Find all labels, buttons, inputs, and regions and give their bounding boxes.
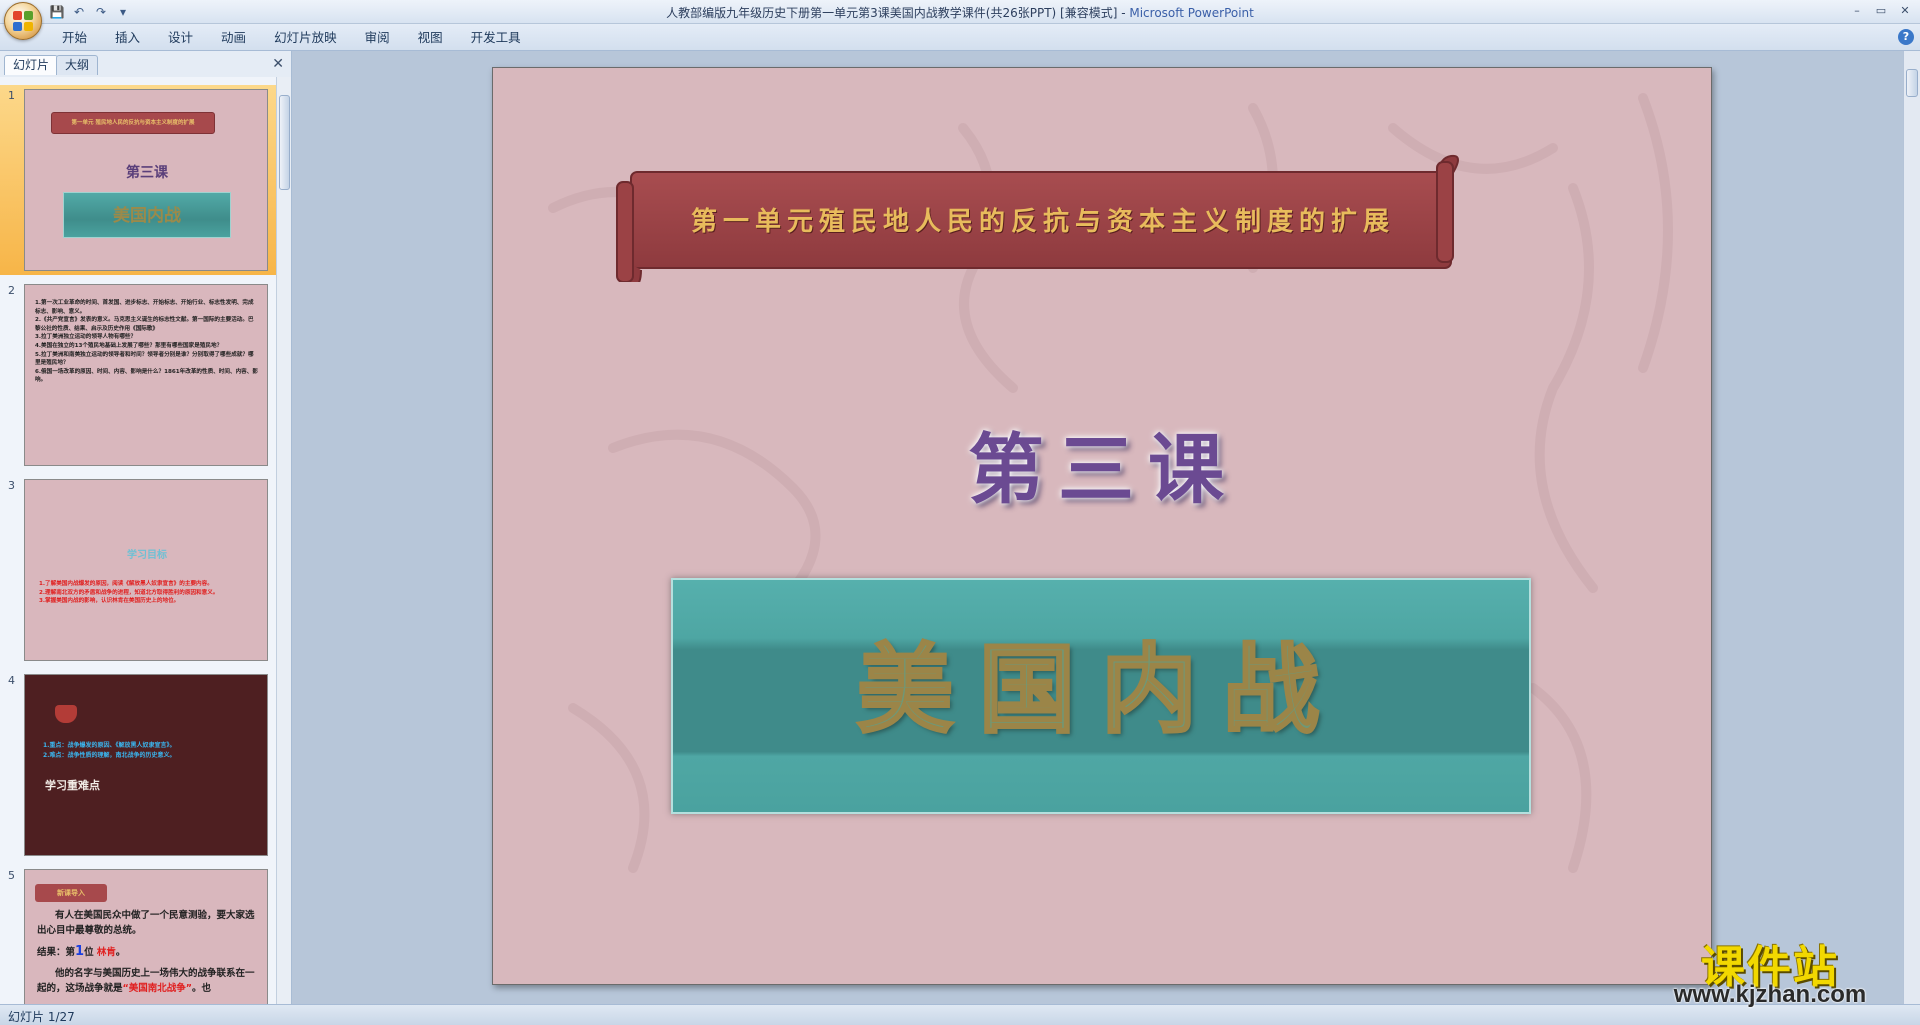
thumbnail-line: 6.俄国一场改革的原因、时间、内容、影响是什么？1861年改革的性质、时间、内容…	[35, 368, 258, 384]
window-title: 人教部编版九年级历史下册第一单元第3课美国内战教学课件(共26张PPT) [兼容…	[0, 4, 1920, 21]
thumbnail-line: 2.理解南北双方的矛盾和战争的进程，知道北方取得胜利的原因和意义。	[39, 589, 219, 596]
help-icon[interactable]: ?	[1898, 29, 1914, 45]
slide-thumbnail[interactable]: 第一单元 殖民地人民的反抗与资本主义制度的扩展 第三课 美国内战	[24, 89, 268, 271]
thumbnail-row-4[interactable]: 4 1.重点：战争爆发的原因、《解放黑人奴隶宣言》。 2.难点：战争性质的理解，…	[0, 670, 276, 860]
restore-button[interactable]: ▭	[1870, 2, 1892, 20]
thumbnail-line: 2.《共产党宣言》发表的意义。马克思主义诞生的标志性文献。第一国际的主要活动。巴…	[35, 317, 254, 332]
tab-insert[interactable]: 插入	[101, 29, 154, 47]
tab-design[interactable]: 设计	[154, 29, 207, 47]
thumbnail-banner: 新课导入	[35, 884, 107, 902]
thumbnail-number: 4	[8, 674, 15, 687]
tab-developer[interactable]: 开发工具	[457, 29, 535, 47]
thumbnail-title: 美国内战	[63, 192, 231, 238]
thumbnail-heading: 学习目标	[127, 550, 167, 561]
result-end: 。	[115, 947, 126, 958]
slide-title-text: 美国内战	[856, 632, 1345, 748]
editing-workspace: 第一单元殖民地人民的反抗与资本主义制度的扩展 第三课 美国内战	[292, 51, 1920, 1004]
para2-end: 。也	[192, 983, 212, 994]
thumbnail-text: 1.第一次工业革命的时间、首发国、进步标志、开始标志、开始行业、标志性发明、完成…	[35, 299, 259, 385]
thumbnail-line: 1.重点：战争爆发的原因、《解放黑人奴隶宣言》。	[43, 742, 176, 749]
thumbnail-line: 1.了解美国内战爆发的原因，阅读《解放黑人奴隶宣言》的主要内容。	[39, 581, 213, 587]
close-button[interactable]: ✕	[1894, 2, 1916, 20]
result-mid: 位	[84, 947, 94, 958]
thumbnail-number: 2	[8, 284, 15, 297]
office-logo-icon	[13, 11, 33, 31]
thumbnail-row-2[interactable]: 2 1.第一次工业革命的时间、首发国、进步标志、开始标志、开始行业、标志性发明、…	[0, 280, 276, 470]
status-bar: 幻灯片 1/27	[0, 1004, 1920, 1025]
result-rank: 1	[75, 944, 85, 959]
site-watermark: 课件站 www.kjzhan.com	[1640, 931, 1900, 1011]
thumbnail-row-5[interactable]: 5 新课导入 有人在美国民众中做了一个民意测验，要大家选出心目中最尊敬的总统。 …	[0, 865, 276, 1004]
pane-scrollbar[interactable]	[276, 77, 291, 1004]
app-name: Microsoft PowerPoint	[1129, 6, 1254, 20]
thumbnail-lesson: 第三课	[126, 165, 168, 181]
thumbnail-banner: 第一单元 殖民地人民的反抗与资本主义制度的扩展	[51, 112, 215, 134]
ribbon-tabs: 开始 插入 设计 动画 幻灯片放映 审阅 视图 开发工具	[48, 29, 535, 47]
slide-lesson-text: 第三课	[968, 425, 1238, 514]
pane-scroll-thumb[interactable]	[279, 95, 290, 190]
vertical-scrollbar[interactable]	[1903, 51, 1920, 1004]
thumbnail-row-1[interactable]: 1 第一单元 殖民地人民的反抗与资本主义制度的扩展 第三课 美国内战	[0, 85, 276, 275]
powerpoint-window: 💾 ↶ ↷ ▾ 人教部编版九年级历史下册第一单元第3课美国内战教学课件(共26张…	[0, 0, 1920, 1025]
thumbnail-line: 3.拉丁美洲独立运动的领导人物有哪些？	[35, 334, 137, 341]
thumbnail-number: 3	[8, 479, 15, 492]
slide-thumbnail[interactable]: 1.重点：战争爆发的原因、《解放黑人奴隶宣言》。 2.难点：战争性质的理解，南北…	[24, 674, 268, 856]
thumbnail-number: 1	[8, 89, 15, 102]
thumbnail-text: 1.了解美国内战爆发的原因，阅读《解放黑人奴隶宣言》的主要内容。 2.理解南北双…	[39, 580, 257, 606]
thumbnail-result: 结果：第1位 林肯。	[37, 944, 259, 960]
thumbnail-text: 1.重点：战争爆发的原因、《解放黑人奴隶宣言》。 2.难点：战争性质的理解，南北…	[43, 741, 263, 761]
thumbnail-line: 2.难点：战争性质的理解，南北战争的历史意义。	[43, 752, 176, 759]
slide-banner-text: 第一单元殖民地人民的反抗与资本主义制度的扩展	[690, 207, 1395, 237]
thumbnail-line: 5.拉丁美洲和南美独立运动的领导者和时间？领导者分别是谁？分别取得了哪些成就？哪…	[35, 351, 254, 367]
pane-tabs: 幻灯片 大纲 ✕	[2, 53, 290, 75]
ribbon: 开始 插入 设计 动画 幻灯片放映 审阅 视图 开发工具 ?	[0, 24, 1920, 51]
thumbnail-line: 4.美国在独立的13个殖民地基础上发展了哪些？那里有哪些国家是殖民地？	[35, 342, 223, 349]
pane-close-icon[interactable]: ✕	[272, 56, 284, 72]
tab-view[interactable]: 视图	[404, 29, 457, 47]
result-name: 林肯	[96, 947, 116, 958]
watermark-url: www.kjzhan.com	[1673, 981, 1867, 1008]
tab-home[interactable]: 开始	[48, 29, 101, 47]
thumbnail-line: 他的名字与美国历史上一场伟大的战争联系在一起的，这场战争就是“美国南北战争”。也	[37, 966, 259, 996]
slide-thumbnail[interactable]: 1.第一次工业革命的时间、首发国、进步标志、开始标志、开始行业、标志性发明、完成…	[24, 284, 268, 466]
tab-animations[interactable]: 动画	[207, 29, 260, 47]
thumbnail-text: 有人在美国民众中做了一个民意测验，要大家选出心目中最尊敬的总统。 结果：第1位 …	[37, 908, 259, 996]
tab-outline[interactable]: 大纲	[56, 55, 99, 75]
vertical-scroll-thumb[interactable]	[1906, 69, 1918, 97]
thumbnail-line: 3.掌握美国内战的影响，认识林肯在美国历史上的地位。	[39, 598, 180, 604]
tab-review[interactable]: 审阅	[351, 29, 404, 47]
thumbnail-line: 有人在美国民众中做了一个民意测验，要大家选出心目中最尊敬的总统。	[37, 910, 255, 936]
slides-pane: 幻灯片 大纲 ✕ 1 第一单元 殖民地人民的反抗与资本主义制度的扩展 第三课 美…	[0, 51, 292, 1004]
thumbnail-emblem-icon	[55, 705, 77, 723]
slide-counter: 幻灯片 1/27	[8, 1010, 75, 1024]
thumbnail-number: 5	[8, 869, 15, 882]
office-button[interactable]	[4, 2, 42, 40]
document-title: 人教部编版九年级历史下册第一单元第3课美国内战教学课件(共26张PPT) [兼容…	[666, 6, 1130, 20]
para2-war: “美国南北战争”	[122, 983, 193, 994]
thumbnail-heading: 学习重难点	[45, 779, 100, 792]
slide-thumbnail[interactable]: 学习目标 1.了解美国内战爆发的原因，阅读《解放黑人奴隶宣言》的主要内容。 2.…	[24, 479, 268, 661]
title-bar: 💾 ↶ ↷ ▾ 人教部编版九年级历史下册第一单元第3课美国内战教学课件(共26张…	[0, 0, 1920, 24]
result-label: 结果：第	[37, 947, 76, 958]
current-slide[interactable]: 第一单元殖民地人民的反抗与资本主义制度的扩展 第三课 美国内战	[492, 67, 1712, 985]
slide-thumbnail-list: 1 第一单元 殖民地人民的反抗与资本主义制度的扩展 第三课 美国内战 2 1.第…	[0, 77, 276, 1004]
slide-title-box: 美国内战	[671, 578, 1531, 814]
tab-slides[interactable]: 幻灯片	[4, 55, 59, 75]
window-controls: – ▭ ✕	[1846, 2, 1916, 20]
minimize-button[interactable]: –	[1846, 2, 1868, 20]
thumbnail-row-3[interactable]: 3 学习目标 1.了解美国内战爆发的原因，阅读《解放黑人奴隶宣言》的主要内容。 …	[0, 475, 276, 665]
slide-thumbnail[interactable]: 新课导入 有人在美国民众中做了一个民意测验，要大家选出心目中最尊敬的总统。 结果…	[24, 869, 268, 1004]
thumbnail-line: 1.第一次工业革命的时间、首发国、进步标志、开始标志、开始行业、标志性发明、完成…	[35, 300, 254, 315]
tab-slide-show[interactable]: 幻灯片放映	[260, 29, 351, 47]
